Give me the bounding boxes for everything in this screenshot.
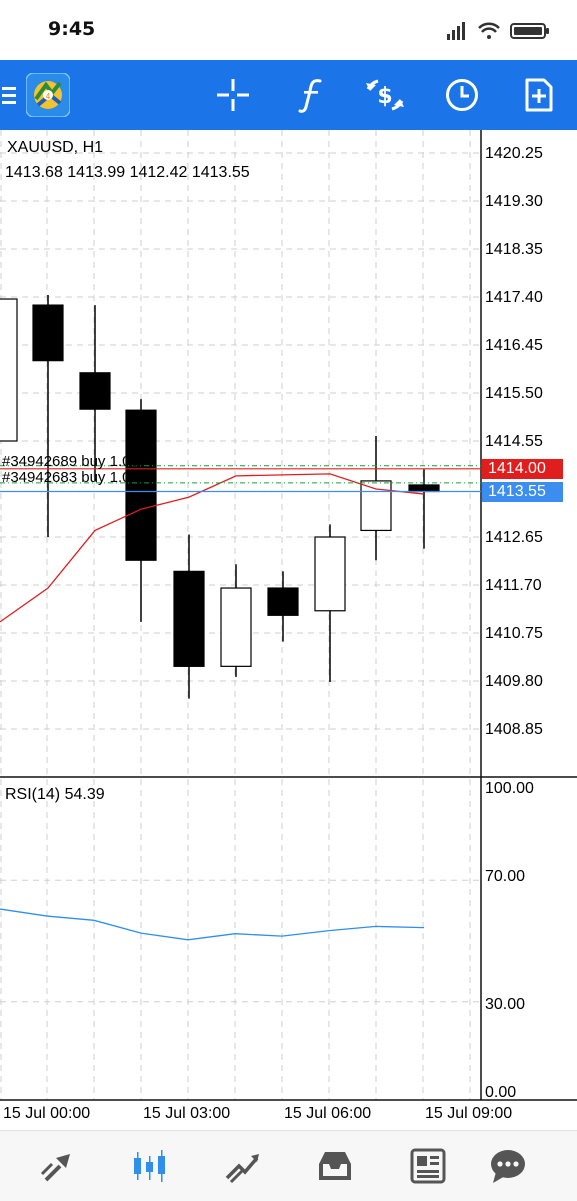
news-icon[interactable] (398, 1131, 458, 1201)
candle-body (267, 587, 299, 616)
time-tick: 15 Jul 06:00 (284, 1105, 372, 1122)
rsi-tick: 70.00 (485, 868, 526, 885)
bottom-nav (0, 1130, 577, 1201)
candle-body (408, 484, 440, 493)
price-tick: 1416.45 (485, 337, 543, 354)
price-tick: 1418.35 (485, 241, 543, 258)
candle-body (220, 587, 252, 667)
bid-price-tag: 1414.00 (482, 459, 563, 479)
history-icon[interactable] (305, 1131, 365, 1201)
rsi-label: RSI(14) 54.39 (5, 786, 105, 803)
crosshair-icon[interactable] (212, 60, 254, 130)
price-tick: 1417.40 (485, 289, 543, 306)
chart-icon[interactable] (120, 1131, 180, 1201)
signal-icon (447, 22, 465, 40)
candle-body (32, 304, 64, 362)
price-tick: 1410.75 (485, 625, 543, 642)
price-tick: 1415.50 (485, 385, 543, 402)
wifi-icon (478, 22, 500, 39)
status-bar: 9:45 (0, 0, 577, 60)
price-tick: 1414.55 (485, 433, 543, 450)
price-tick: 1408.85 (485, 721, 543, 738)
rsi-tick: 100.00 (485, 780, 534, 797)
function-icon[interactable] (290, 60, 332, 130)
candle-body (314, 536, 346, 612)
time-tick: 15 Jul 00:00 (3, 1105, 91, 1122)
price-tick: 1419.30 (485, 193, 543, 210)
rsi-line (0, 908, 425, 941)
time-tick: 15 Jul 09:00 (425, 1105, 513, 1122)
clock-icon[interactable] (440, 60, 484, 130)
price-tick: 1411.70 (485, 577, 542, 594)
status-time: 9:45 (48, 18, 96, 40)
chat-icon[interactable] (478, 1131, 538, 1201)
ohlc-label: 1413.68 1413.99 1412.42 1413.55 (5, 164, 250, 181)
candle-body (79, 372, 111, 410)
svg-text:$: $ (377, 84, 392, 109)
new-document-icon[interactable] (518, 60, 560, 130)
battery-icon (510, 23, 549, 39)
rsi-tick: 0.00 (485, 1084, 517, 1101)
trade-icon[interactable] (213, 1131, 273, 1201)
symbol-label: XAUUSD, H1 (7, 139, 104, 156)
candle-body (0, 298, 18, 442)
ask-price-tag: 1413.55 (482, 482, 563, 502)
candle-body (173, 570, 205, 667)
status-icons (445, 18, 555, 42)
time-tick: 15 Jul 03:00 (143, 1105, 231, 1122)
trade-icon[interactable]: $ (362, 60, 408, 130)
svg-text:4: 4 (46, 92, 51, 101)
order-label-1[interactable]: #34942689 buy 1.00 (2, 453, 139, 470)
menu-icon[interactable] (0, 60, 18, 130)
top-toolbar: 4 $ (0, 60, 577, 130)
moving-average-line (0, 473, 425, 623)
price-tick: 1420.25 (485, 145, 543, 162)
price-tick: 1412.65 (485, 529, 543, 546)
price-tick: 1409.80 (485, 673, 543, 690)
quotes-icon[interactable] (28, 1131, 88, 1201)
rsi-tick: 30.00 (485, 996, 526, 1013)
metatrader-logo[interactable]: 4 (24, 60, 72, 130)
order-label-2[interactable]: #34942683 buy 1.00 (2, 469, 139, 486)
